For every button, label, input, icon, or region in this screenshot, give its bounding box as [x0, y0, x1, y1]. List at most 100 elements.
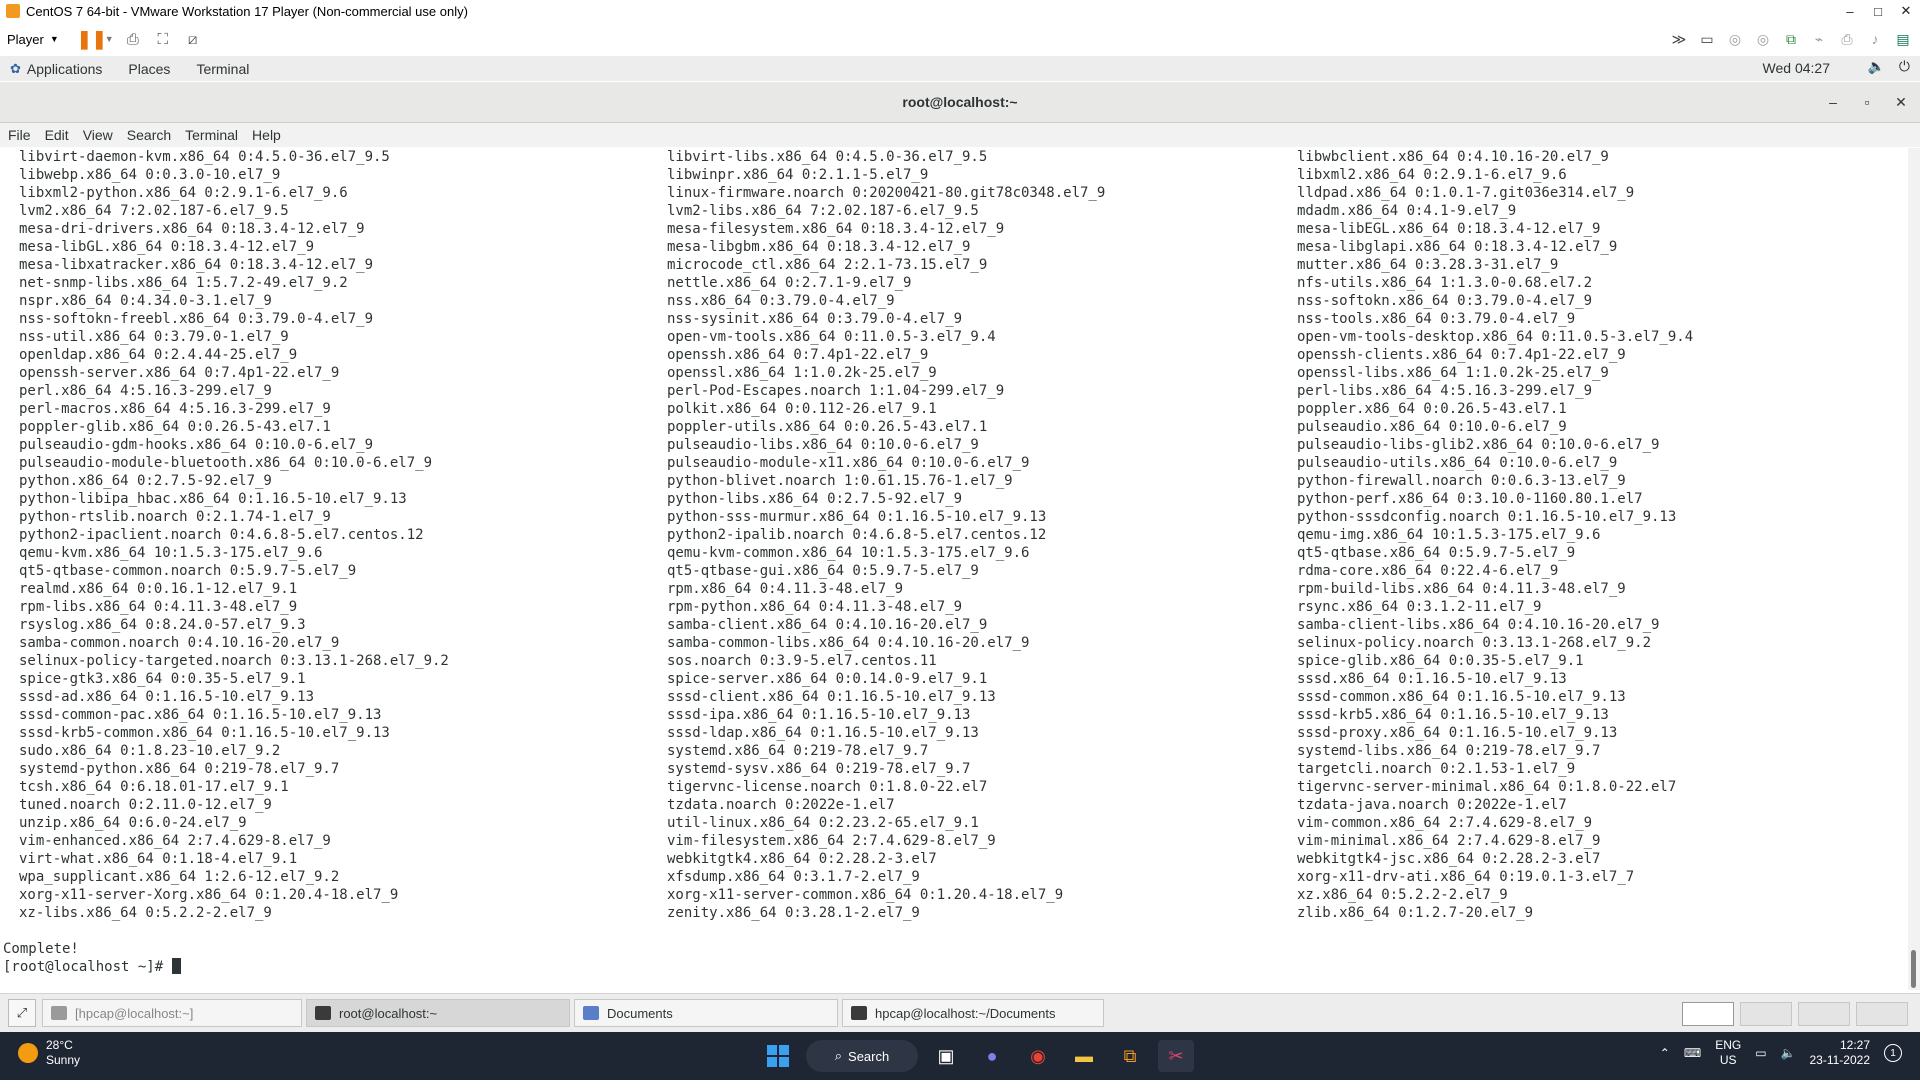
- package-entry: vim-minimal.x86_64 2:7.4.629-8.el7_9: [1297, 833, 1601, 849]
- package-entry: open-vm-tools.x86_64 0:11.0.5-3.el7_9.4: [667, 329, 996, 345]
- task-hpcap-documents[interactable]: hpcap@localhost:~/Documents: [842, 999, 1104, 1027]
- display-icon[interactable]: ▭: [1755, 1046, 1766, 1060]
- player-menu-button[interactable]: Player ▼: [7, 32, 59, 47]
- printer-icon[interactable]: ⎙: [1836, 28, 1858, 50]
- terminal-row: vim-enhanced.x86_64 2:7.4.629-8.el7_9 vim…: [0, 832, 1905, 850]
- send-ctrl-alt-del-icon[interactable]: ⎙: [122, 28, 144, 50]
- task-root-terminal[interactable]: root@localhost:~: [306, 999, 570, 1027]
- chevron-down-icon[interactable]: ▼: [105, 34, 114, 44]
- terminal-maximize-button[interactable]: ▫: [1860, 92, 1874, 112]
- taskbar-apps: ⌕ Search ▣ ● ◉ ▬ ⧉ ✂: [760, 1040, 1194, 1072]
- device-icons: ≫ ▭ ◎ ◎ ⧉ ⌁ ⎙ ♪ ▤: [1668, 28, 1914, 50]
- maximize-button[interactable]: □: [1864, 0, 1892, 22]
- terminal-titlebar: root@localhost:~ – ▫ ✕: [0, 82, 1920, 123]
- package-entry: rdma-core.x86_64 0:22.4-6.el7_9: [1297, 563, 1559, 579]
- file-explorer-button[interactable]: ▬: [1066, 1040, 1102, 1072]
- terminal-minimize-button[interactable]: –: [1826, 92, 1840, 112]
- notification-badge[interactable]: 1: [1884, 1044, 1902, 1062]
- terminal-row: sssd-ad.x86_64 0:1.16.5-10.el7_9.13 sssd-…: [0, 688, 1905, 706]
- package-entry: python-blivet.noarch 1:0.61.15.76-1.el7_…: [667, 473, 1013, 489]
- package-entry: net-snmp-libs.x86_64 1:5.7.2-49.el7_9.2: [19, 275, 348, 291]
- workspace-3[interactable]: [1798, 1002, 1850, 1026]
- cd-drive-icon[interactable]: ◎: [1724, 28, 1746, 50]
- minimize-button[interactable]: –: [1836, 0, 1864, 22]
- menu-applications[interactable]: Applications: [27, 61, 103, 77]
- package-entry: rsync.x86_64 0:3.1.2-11.el7_9: [1297, 599, 1542, 615]
- workspace-1[interactable]: [1682, 1002, 1734, 1026]
- workspace-2[interactable]: [1740, 1002, 1792, 1026]
- message-icon[interactable]: ▤: [1892, 28, 1914, 50]
- terminal-menubar: File Edit View Search Terminal Help: [0, 123, 1920, 147]
- menu-places[interactable]: Places: [128, 61, 170, 77]
- terminal-scrollbar[interactable]: [1908, 148, 1920, 990]
- floppy-icon[interactable]: ◎: [1752, 28, 1774, 50]
- terminal-row: samba-common.noarch 0:4.10.16-20.el7_9 sa…: [0, 634, 1905, 652]
- package-entry: linux-firmware.noarch 0:20200421-80.git7…: [667, 185, 1106, 201]
- terminal-row: sssd-common-pac.x86_64 0:1.16.5-10.el7_9…: [0, 706, 1905, 724]
- chevron-up-icon[interactable]: ⌃: [1660, 1046, 1670, 1060]
- package-entry: perl.x86_64 4:5.16.3-299.el7_9: [19, 383, 272, 399]
- package-entry: qt5-qtbase.x86_64 0:5.9.7-5.el7_9: [1297, 545, 1576, 561]
- package-entry: qt5-qtbase-gui.x86_64 0:5.9.7-5.el7_9: [667, 563, 979, 579]
- workspace-4[interactable]: [1856, 1002, 1908, 1026]
- terminal-row: selinux-policy-targeted.noarch 0:3.13.1-…: [0, 652, 1905, 670]
- menu-edit[interactable]: Edit: [45, 127, 69, 143]
- terminal-row: lvm2.x86_64 7:2.02.187-6.el7_9.5 lvm2-lib…: [0, 202, 1905, 220]
- menu-view[interactable]: View: [83, 127, 113, 143]
- volume-icon[interactable]: 🔈: [1867, 58, 1884, 75]
- package-entry: python-firewall.noarch 0:0.6.3-13.el7_9: [1297, 473, 1626, 489]
- package-entry: systemd-libs.x86_64 0:219-78.el7_9.7: [1297, 743, 1601, 759]
- unity-icon[interactable]: ⧄: [182, 28, 204, 50]
- menu-help[interactable]: Help: [252, 127, 281, 143]
- terminal-row: qemu-kvm.x86_64 10:1.5.3-175.el7_9.6 qemu…: [0, 544, 1905, 562]
- start-button[interactable]: [760, 1040, 796, 1072]
- hard-disk-icon[interactable]: ▭: [1696, 28, 1718, 50]
- menu-search[interactable]: Search: [127, 127, 171, 143]
- package-entry: samba-common.noarch 0:4.10.16-20.el7_9: [19, 635, 340, 651]
- weather-widget[interactable]: 28°C Sunny: [18, 1038, 80, 1068]
- package-entry: systemd-sysv.x86_64 0:219-78.el7_9.7: [667, 761, 971, 777]
- package-entry: spice-gtk3.x86_64 0:0.35-5.el7_9.1: [19, 671, 306, 687]
- menu-terminal[interactable]: Terminal: [196, 61, 249, 77]
- terminal-body[interactable]: libvirt-daemon-kvm.x86_64 0:4.5.0-36.el7…: [0, 148, 1908, 990]
- windows-taskbar: 28°C Sunny ⌕ Search ▣ ● ◉ ▬ ⧉ ✂ ⌃ ⌨ ENG …: [0, 1032, 1920, 1080]
- taskbar-date: 23-11-2022: [1809, 1053, 1871, 1067]
- network-adapter-icon[interactable]: ⧉: [1780, 28, 1802, 50]
- keyboard-icon[interactable]: ⌨: [1684, 1046, 1701, 1060]
- menu-terminal-2[interactable]: Terminal: [185, 127, 238, 143]
- package-entry: qt5-qtbase-common.noarch 0:5.9.7-5.el7_9: [19, 563, 357, 579]
- usb-icon[interactable]: ⌁: [1808, 28, 1830, 50]
- package-entry: openssl-libs.x86_64 1:1.0.2k-25.el7_9: [1297, 365, 1609, 381]
- task-view-button[interactable]: ▣: [928, 1040, 964, 1072]
- vmware-window-title: CentOS 7 64-bit - VMware Workstation 17 …: [26, 3, 468, 19]
- show-desktop-button[interactable]: ⤢: [8, 999, 36, 1027]
- weather-description: Sunny: [46, 1053, 81, 1067]
- terminal-window-title: root@localhost:~: [902, 94, 1018, 110]
- forward-icon[interactable]: ≫: [1668, 28, 1690, 50]
- scrollbar-thumb[interactable]: [1911, 950, 1916, 988]
- language-indicator[interactable]: ENG US: [1715, 1038, 1741, 1068]
- terminal-row: xorg-x11-server-Xorg.x86_64 0:1.20.4-18.…: [0, 886, 1905, 904]
- vmware-icon: ⧉: [1123, 1045, 1137, 1066]
- sound-icon[interactable]: ♪: [1864, 28, 1886, 50]
- gnome-clock[interactable]: Wed 04:27: [1763, 60, 1830, 76]
- package-entry: tuned.noarch 0:2.11.0-12.el7_9: [19, 797, 272, 813]
- speaker-icon[interactable]: 🔈: [1781, 1046, 1796, 1060]
- task-documents[interactable]: Documents: [574, 999, 838, 1027]
- power-icon[interactable]: ⏻: [1899, 58, 1910, 75]
- teams-chat-button[interactable]: ●: [974, 1040, 1010, 1072]
- task-hpcap-home[interactable]: [hpcap@localhost:~]: [42, 999, 302, 1027]
- pause-icon[interactable]: ❚❚: [77, 28, 107, 50]
- taskbar-clock[interactable]: 12:27 23-11-2022: [1810, 1038, 1871, 1068]
- snipping-tool-button[interactable]: ✂: [1158, 1040, 1194, 1072]
- terminal-close-button[interactable]: ✕: [1894, 92, 1908, 112]
- gnome-top-bar: ✿ Applications Places Terminal Wed 04:27…: [0, 56, 1920, 81]
- taskbar-search-button[interactable]: ⌕ Search: [806, 1040, 918, 1072]
- chrome-button[interactable]: ◉: [1020, 1040, 1056, 1072]
- vmware-taskbar-button[interactable]: ⧉: [1112, 1040, 1148, 1072]
- fullscreen-icon[interactable]: ⛶: [152, 28, 174, 50]
- package-entry: pulseaudio-utils.x86_64 0:10.0-6.el7_9: [1297, 455, 1618, 471]
- menu-file[interactable]: File: [8, 127, 31, 143]
- close-button[interactable]: ✕: [1892, 0, 1920, 22]
- terminal-row: openssh-server.x86_64 0:7.4p1-22.el7_9 op…: [0, 364, 1905, 382]
